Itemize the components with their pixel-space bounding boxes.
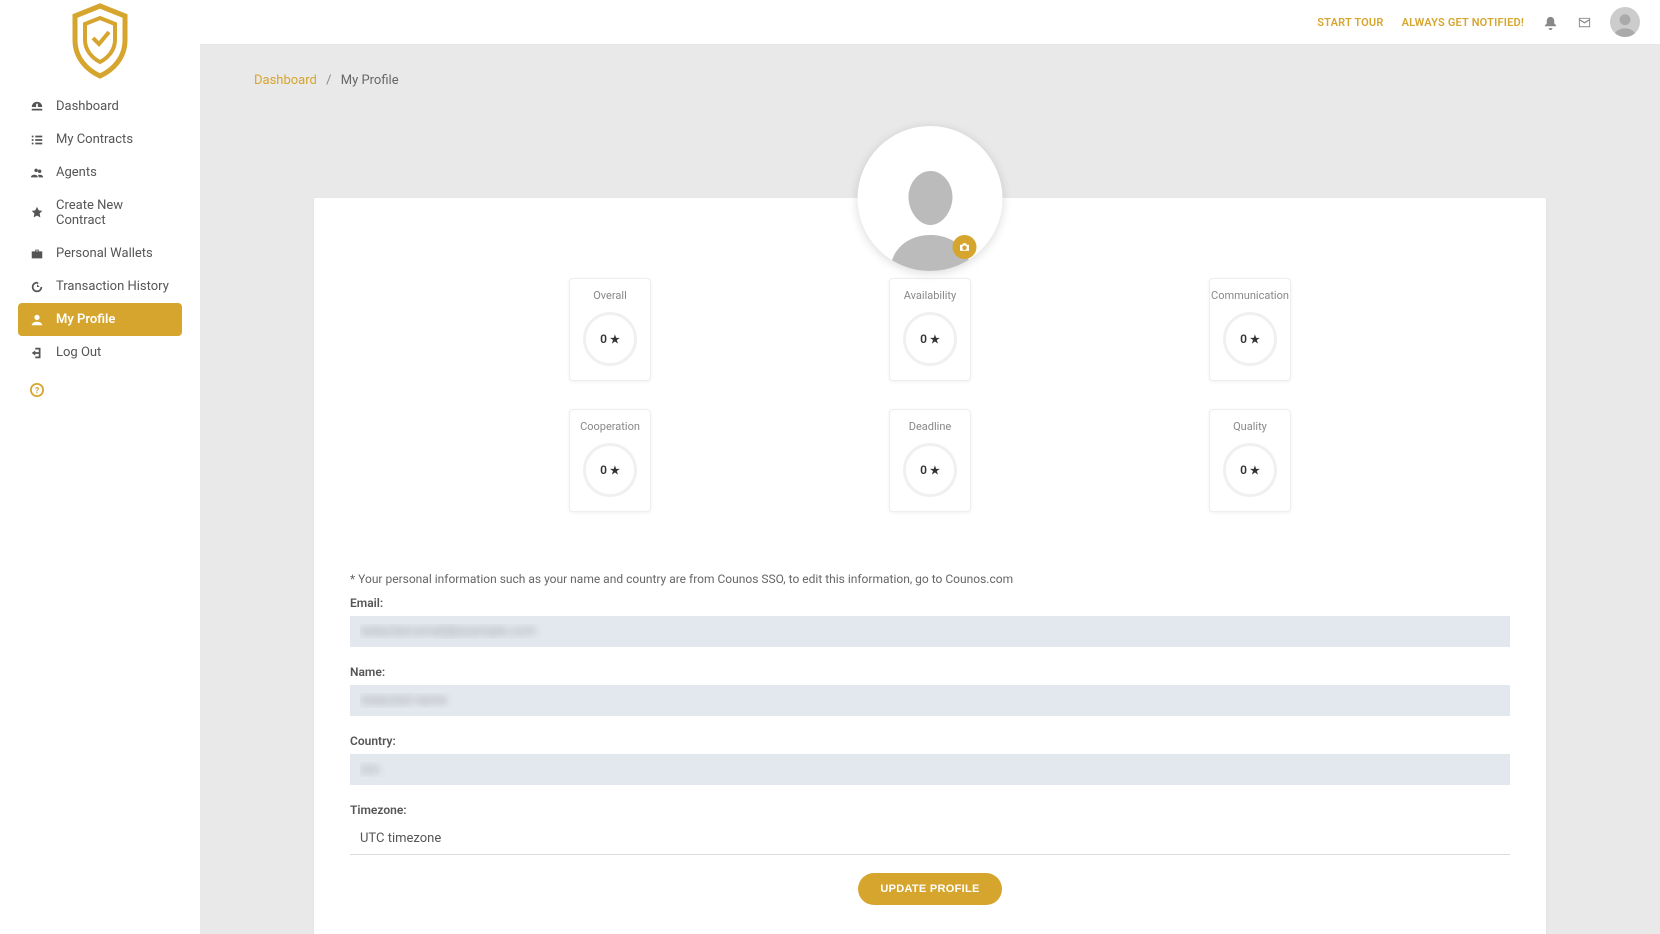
rating-availability: Availability 0★ [889,278,971,381]
timezone-label: Timezone: [350,803,1510,817]
rating-label: Availability [904,289,956,302]
breadcrumb: Dashboard / My Profile [200,45,1660,88]
main: START TOUR ALWAYS GET NOTIFIED! Dashboar… [200,0,1660,934]
rating-cooperation: Cooperation 0★ [569,409,651,512]
briefcase-icon [30,247,44,261]
rating-value: 0★ [583,443,637,497]
name-field [350,685,1510,716]
logout-icon [30,346,44,360]
avatar[interactable] [1610,7,1640,37]
rating-value: 0★ [903,312,957,366]
rating-value: 0★ [1223,443,1277,497]
update-profile-button[interactable]: UPDATE PROFILE [858,873,1001,905]
rating-value: 0★ [1223,312,1277,366]
logo-shield-icon [65,0,135,80]
help-icon[interactable]: ? [0,369,200,415]
nav-label: Log Out [56,345,101,360]
sso-info-note: * Your personal information such as your… [350,572,1510,586]
nav-label: Dashboard [56,99,119,114]
country-label: Country: [350,734,1510,748]
name-label: Name: [350,665,1510,679]
nav-label: My Profile [56,312,115,327]
camera-icon [958,241,970,253]
sidebar-item-dashboard[interactable]: Dashboard [18,90,182,123]
breadcrumb-sep: / [326,73,331,88]
user-icon [30,313,44,327]
nav-label: Create New Contract [56,198,170,228]
sidebar-item-profile[interactable]: My Profile [18,303,182,336]
sidebar-item-agents[interactable]: Agents [18,156,182,189]
topbar: START TOUR ALWAYS GET NOTIFIED! [200,0,1660,45]
breadcrumb-dashboard-link[interactable]: Dashboard [254,73,317,88]
star-icon [30,206,44,220]
sidebar-item-logout[interactable]: Log Out [18,336,182,369]
start-tour-link[interactable]: START TOUR [1317,16,1383,29]
bell-icon[interactable] [1542,14,1558,30]
sidebar: Dashboard My Contracts Agents Create New… [0,0,200,934]
email-field [350,616,1510,647]
profile-picture [858,126,1003,271]
nav-list: Dashboard My Contracts Agents Create New… [0,90,200,369]
mail-icon[interactable] [1576,14,1592,30]
users-icon [30,166,44,180]
change-photo-button[interactable] [952,235,976,259]
star-icon: ★ [1250,464,1260,477]
dashboard-icon [30,100,44,114]
email-label: Email: [350,596,1510,610]
sidebar-item-history[interactable]: Transaction History [18,270,182,303]
profile-card: Overall 0★ Availability 0★ Communication… [314,198,1546,934]
rating-value: 0★ [583,312,637,366]
rating-communication: Communication 0★ [1209,278,1291,381]
star-icon: ★ [1250,333,1260,346]
rating-label: Quality [1233,420,1267,433]
nav-label: Transaction History [56,279,169,294]
rating-label: Deadline [909,420,952,433]
nav-label: My Contracts [56,132,133,147]
rating-overall: Overall 0★ [569,278,651,381]
rating-label: Communication [1211,289,1289,302]
rating-quality: Quality 0★ [1209,409,1291,512]
sidebar-item-wallets[interactable]: Personal Wallets [18,237,182,270]
country-field [350,754,1510,785]
nav-label: Agents [56,165,97,180]
nav-label: Personal Wallets [56,246,153,261]
timezone-field[interactable] [350,823,1510,855]
star-icon: ★ [610,333,620,346]
logo [0,0,200,90]
history-icon [30,280,44,294]
svg-text:?: ? [35,387,40,397]
sidebar-item-contracts[interactable]: My Contracts [18,123,182,156]
list-icon [30,133,44,147]
rating-label: Overall [593,289,627,302]
ratings-grid: Overall 0★ Availability 0★ Communication… [350,278,1510,552]
star-icon: ★ [610,464,620,477]
breadcrumb-current: My Profile [341,73,399,88]
rating-label: Cooperation [580,420,640,433]
star-icon: ★ [930,333,940,346]
rating-value: 0★ [903,443,957,497]
star-icon: ★ [930,464,940,477]
notify-link[interactable]: ALWAYS GET NOTIFIED! [1402,16,1524,29]
sidebar-item-create-contract[interactable]: Create New Contract [18,189,182,237]
rating-deadline: Deadline 0★ [889,409,971,512]
